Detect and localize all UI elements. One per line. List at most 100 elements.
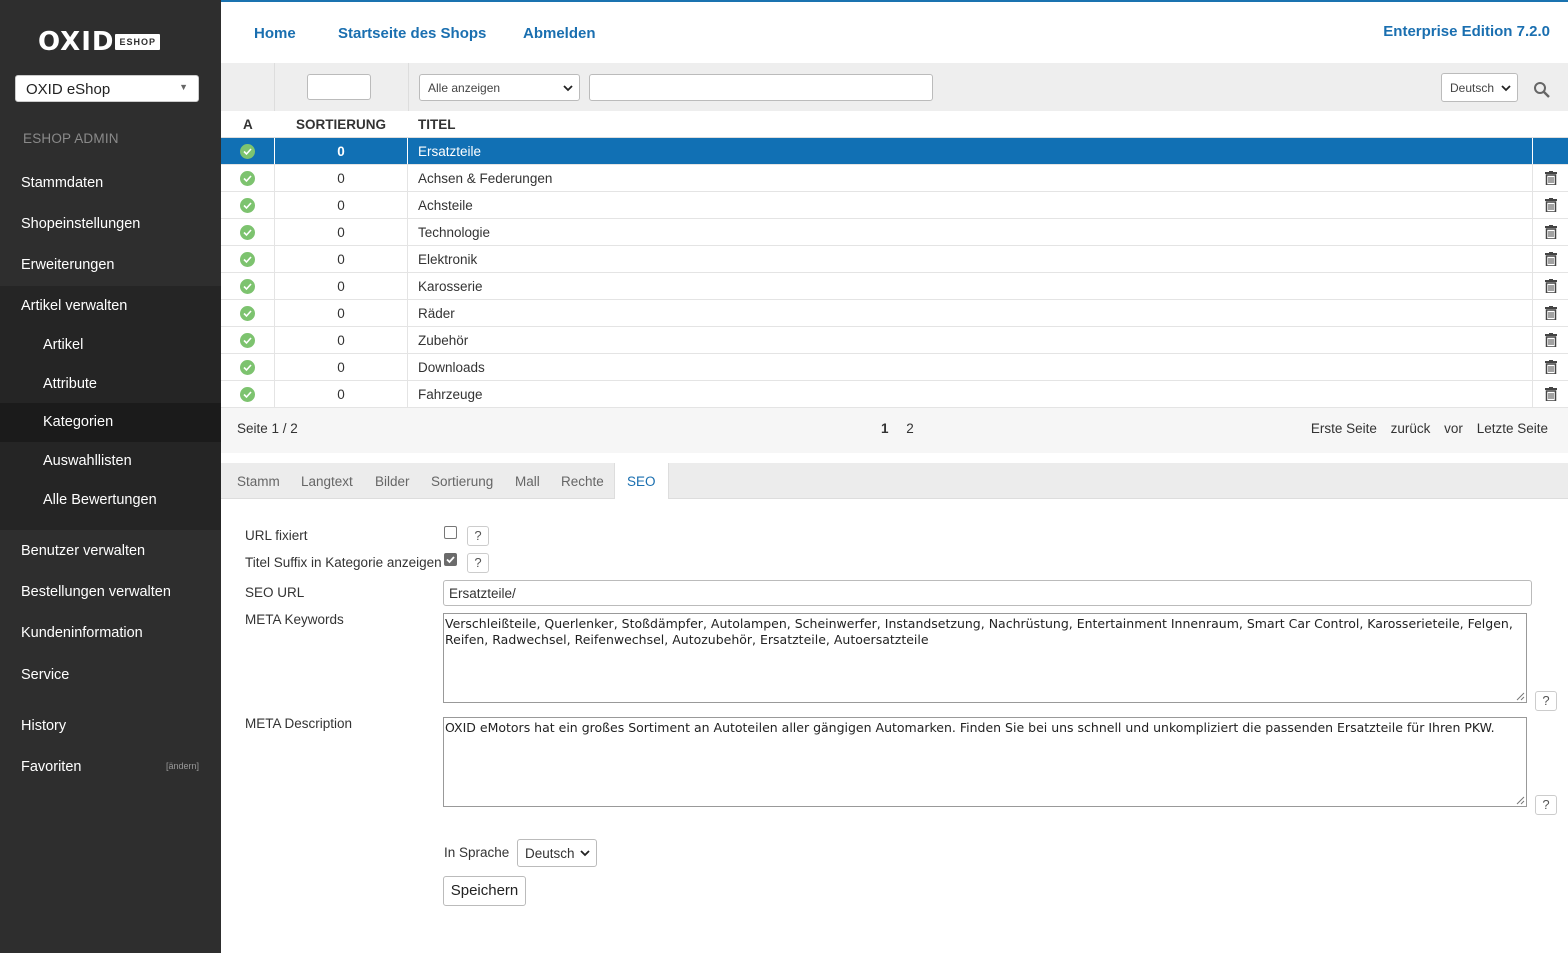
trash-icon[interactable] [1545,306,1557,320]
meta-keywords-textarea[interactable]: Verschleißteile, Querlenker, Stoßdämpfer… [443,613,1527,703]
title-cell[interactable]: Achsteile [418,198,473,213]
trash-icon[interactable] [1545,279,1557,293]
first-page-link[interactable]: Erste Seite [1311,421,1377,436]
delete-cell [1532,273,1568,299]
nav-shopeinstellungen[interactable]: Shopeinstellungen [0,216,221,232]
tab-mall[interactable]: Mall [515,474,540,489]
prev-page-link[interactable]: zurück [1391,421,1431,436]
nav-attribute[interactable]: Attribute [0,366,221,405]
nav-kundeninformation[interactable]: Kundeninformation [0,625,221,641]
dropdown-arrow-icon: ▼ [179,82,188,92]
trash-icon[interactable] [1545,333,1557,347]
page-navigation: Erste Seite zurück vor Letzte Seite [1301,421,1548,436]
nav-erweiterungen[interactable]: Erweiterungen [0,257,221,273]
table-row[interactable]: 0 Achsen & Federungen [221,165,1568,192]
nav-benutzer-verwalten[interactable]: Benutzer verwalten [0,543,221,559]
nav-artikel-verwalten[interactable]: Artikel verwalten [0,298,221,314]
home-link[interactable]: Home [254,25,296,42]
table-row[interactable]: 0 Elektronik [221,246,1568,273]
title-cell[interactable]: Zubehör [418,333,468,348]
logo-badge: ESHOP [115,34,160,50]
table-row[interactable]: 0 Ersatzteile [221,138,1568,165]
edition-label: Enterprise Edition 7.2.0 [1383,23,1550,40]
table-row[interactable]: 0 Zubehör [221,327,1568,354]
trash-icon[interactable] [1545,171,1557,185]
nav-auswahllisten[interactable]: Auswahllisten [0,444,221,483]
next-page-link[interactable]: vor [1444,421,1463,436]
nav-stammdaten[interactable]: Stammdaten [0,175,221,191]
nav-artikel[interactable]: Artikel [0,327,221,366]
title-cell[interactable]: Karosserie [418,279,483,294]
page-1-link[interactable]: 1 [881,421,889,436]
trash-icon[interactable] [1545,225,1557,239]
favoriten-change-link[interactable]: [ändern] [166,761,199,771]
title-cell[interactable]: Technologie [418,225,490,240]
title-cell[interactable]: Fahrzeuge [418,387,483,402]
tab-langtext[interactable]: Langtext [301,474,353,489]
table-row[interactable]: 0 Achsteile [221,192,1568,219]
column-header-title[interactable]: TITEL [418,117,456,132]
resize-grip-icon[interactable] [1516,692,1525,701]
delete-cell [1532,165,1568,191]
sort-filter-input[interactable] [307,74,371,100]
tab-stamm[interactable]: Stamm [237,474,280,489]
nav-kategorien[interactable]: Kategorien [0,403,221,442]
active-cell [221,246,274,272]
title-cell[interactable]: Räder [418,306,455,321]
nav-bestellungen-verwalten[interactable]: Bestellungen verwalten [0,584,221,600]
tab-bilder[interactable]: Bilder [375,474,410,489]
trash-icon[interactable] [1545,387,1557,401]
help-button[interactable]: ? [1535,691,1557,711]
help-button[interactable]: ? [467,526,489,546]
title-filter-input[interactable] [589,74,933,101]
admin-section-title: ESHOP ADMIN [23,131,119,146]
trash-icon[interactable] [1545,252,1557,266]
seo-url-input[interactable]: Ersatzteile/ [443,580,1532,606]
nav-service[interactable]: Service [0,667,221,683]
column-header-sort[interactable]: SORTIERUNG [296,117,386,132]
trash-icon[interactable] [1545,360,1557,374]
active-cell [221,300,274,326]
resize-grip-icon[interactable] [1516,796,1525,805]
url-fixed-label: URL fixiert [245,528,308,543]
shop-select[interactable]: OXID eShop ▼ [15,75,199,102]
tab-sortierung[interactable]: Sortierung [431,474,493,489]
logout-link[interactable]: Abmelden [523,25,596,42]
table-row[interactable]: 0 Karosserie [221,273,1568,300]
meta-description-textarea[interactable]: OXID eMotors hat ein großes Sortiment an… [443,717,1527,807]
trash-icon[interactable] [1545,198,1557,212]
column-header-active[interactable]: A [243,117,253,132]
pagination: Seite 1 / 2 1 2 Erste Seite zurück vor L… [221,408,1568,453]
nav-history[interactable]: History [0,718,221,734]
table-row[interactable]: 0 Downloads [221,354,1568,381]
active-check-icon [240,225,255,240]
title-cell[interactable]: Ersatzteile [418,144,481,159]
oxid-logo[interactable]: OXID ESHOP [38,27,160,57]
active-cell [221,219,274,245]
last-page-link[interactable]: Letzte Seite [1477,421,1548,436]
title-cell[interactable]: Elektronik [418,252,477,267]
help-button[interactable]: ? [467,553,489,573]
nav-alle-bewertungen[interactable]: Alle Bewertungen [0,483,221,522]
table-row[interactable]: 0 Technologie [221,219,1568,246]
title-suffix-checkbox[interactable] [444,553,457,566]
help-button[interactable]: ? [1535,795,1557,815]
type-filter-select[interactable]: Alle anzeigen [419,74,580,101]
shop-start-link[interactable]: Startseite des Shops [338,25,486,42]
search-icon[interactable] [1533,81,1551,99]
url-fixed-checkbox[interactable] [444,526,457,539]
tab-rechte[interactable]: Rechte [561,474,604,489]
table-row[interactable]: 0 Räder [221,300,1568,327]
tab-seo[interactable]: SEO [614,463,669,499]
save-button[interactable]: Speichern [443,876,526,906]
active-cell [221,192,274,218]
page-2-link[interactable]: 2 [906,421,914,436]
table-row[interactable]: 0 Fahrzeuge [221,381,1568,408]
sidebar: OXID ESHOP OXID eShop ▼ ESHOP ADMIN Stam… [0,0,221,953]
delete-cell [1532,354,1568,380]
delete-cell [1532,327,1568,353]
title-cell[interactable]: Downloads [418,360,485,375]
title-cell[interactable]: Achsen & Federungen [418,171,552,186]
language-select[interactable]: Deutsch [517,839,597,867]
language-filter-select[interactable]: Deutsch [1441,73,1518,102]
